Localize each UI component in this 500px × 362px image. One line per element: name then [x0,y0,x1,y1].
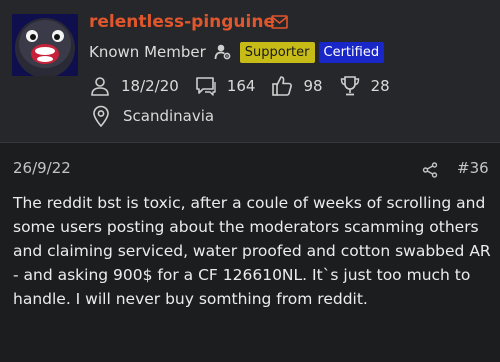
user-location[interactable]: Scandinavia [123,107,214,125]
user-title-row: Known Member Supporter Certified [89,40,385,64]
stat-joined: 18/2/20 [121,77,179,95]
stat-reactions: 98 [303,77,323,95]
user-stats-row: 18/2/20 164 98 28 [89,74,406,98]
member-title: Known Member [89,43,206,61]
user-gear-icon [214,44,231,60]
person-icon [91,77,109,96]
mail-icon[interactable] [271,15,288,29]
map-pin-icon [93,105,109,127]
username-link[interactable]: relentless-pinguine [89,12,275,32]
thumbs-up-icon [272,76,293,96]
badge-supporter: Supporter [239,41,315,63]
user-location-row: Scandinavia [89,104,214,128]
message-user-header: relentless-pinguine Known Member Support… [0,0,500,143]
post-number-link[interactable]: #36 [457,159,489,177]
share-icon[interactable] [422,162,438,178]
post-body: The reddit bst is toxic, after a coule o… [13,194,491,308]
chat-bubble-icon [196,77,216,96]
trophy-icon [340,76,359,96]
badge-certified: Certified [318,41,385,63]
avatar[interactable] [12,14,78,76]
stat-messages: 164 [226,77,256,95]
penguin-avatar-image [12,14,78,76]
stat-trophies: 28 [370,77,390,95]
post-date[interactable]: 26/9/22 [13,159,71,177]
